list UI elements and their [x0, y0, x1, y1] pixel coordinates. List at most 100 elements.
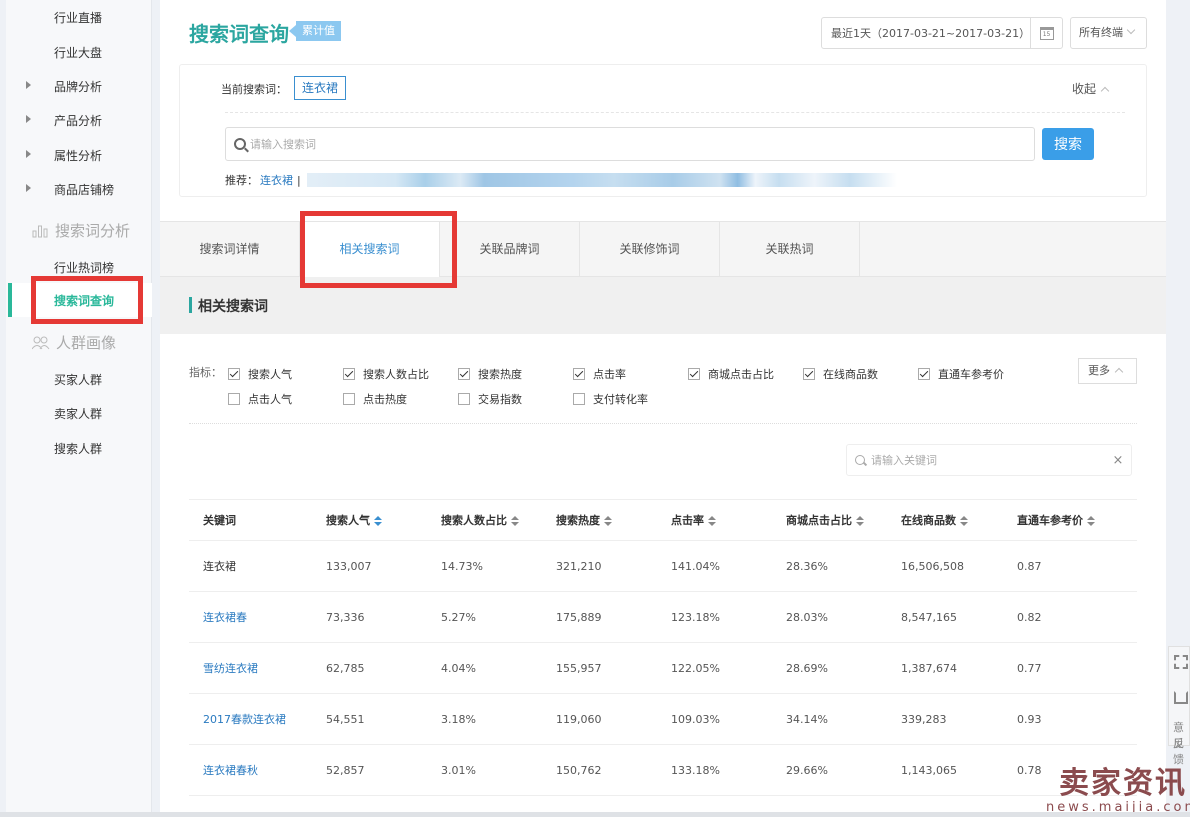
metric-checkbox[interactable]: 点击热度: [343, 391, 407, 407]
sidebar-item-seller-crowd[interactable]: 卖家人群: [54, 405, 102, 422]
column-header-mall-share[interactable]: 商城点击占比: [786, 499, 901, 541]
checkbox-empty-icon[interactable]: [228, 393, 240, 405]
checkbox-checked-icon[interactable]: [228, 368, 240, 380]
metric-checkbox[interactable]: 点击率: [573, 366, 626, 382]
sort-icon[interactable]: [511, 516, 519, 526]
metric-checkbox[interactable]: 搜索人气: [228, 366, 292, 382]
recommend-label: 推荐：: [225, 174, 258, 187]
metric-label: 交易指数: [478, 393, 522, 406]
keyword-link[interactable]: 2017春款连衣裙: [189, 693, 326, 745]
sidebar-item-hot-words[interactable]: 行业热词榜: [54, 259, 114, 276]
share-cell: 3.01%: [441, 744, 556, 796]
sort-icon[interactable]: [604, 516, 612, 526]
more-metrics-button[interactable]: 更多: [1078, 358, 1137, 384]
sidebar-group-label: 搜索词分析: [55, 222, 131, 240]
tab-related-brand[interactable]: 关联品牌词: [440, 222, 580, 277]
calendar-button[interactable]: 15: [1030, 18, 1062, 48]
metric-checkbox[interactable]: 点击人气: [228, 391, 292, 407]
tab-search-detail[interactable]: 搜索词详情: [160, 222, 300, 277]
users-icon: [32, 336, 50, 349]
collapse-button[interactable]: 收起: [1072, 80, 1110, 97]
feedback-label[interactable]: 反馈: [1173, 735, 1189, 767]
keyword-link[interactable]: 雪纺连衣裙: [189, 642, 326, 694]
metric-checkbox[interactable]: 商城点击占比: [688, 366, 774, 382]
share-cell: 14.73%: [441, 540, 556, 592]
share-cell: 5.27%: [441, 591, 556, 643]
sort-icon[interactable]: [1087, 516, 1095, 526]
search-icon: [855, 455, 865, 465]
column-header-online-items[interactable]: 在线商品数: [901, 499, 1017, 541]
heat-cell: 150,762: [556, 744, 671, 796]
metric-checkbox[interactable]: 支付转化率: [573, 391, 648, 407]
online-items-cell: 1,387,674: [901, 642, 1017, 694]
date-range-picker[interactable]: 最近1天（2017-03-21~2017-03-21） 15: [821, 17, 1063, 49]
sort-icon[interactable]: [374, 516, 382, 526]
checkbox-checked-icon[interactable]: [688, 368, 700, 380]
cumulative-tag: 累计值: [289, 21, 341, 41]
feedback-icon[interactable]: [1174, 691, 1188, 704]
keyword-filter[interactable]: ×: [846, 444, 1132, 476]
ctr-cell: 122.05%: [671, 642, 786, 694]
keyword-filter-input[interactable]: [871, 453, 1105, 467]
recommend-link[interactable]: 连衣裙: [260, 172, 293, 188]
heat-cell: 321,210: [556, 540, 671, 592]
checkbox-empty-icon[interactable]: [458, 393, 470, 405]
checkbox-checked-icon[interactable]: [458, 368, 470, 380]
sort-icon[interactable]: [708, 516, 716, 526]
search-button[interactable]: 搜索: [1042, 128, 1094, 160]
tab-related-modifier[interactable]: 关联修饰词: [580, 222, 720, 277]
sort-icon[interactable]: [960, 516, 968, 526]
terminal-select[interactable]: 所有终端: [1070, 17, 1147, 49]
sidebar-item-buyer-crowd[interactable]: 买家人群: [54, 371, 102, 388]
ctr-cell: 123.18%: [671, 591, 786, 643]
search-input[interactable]: [250, 137, 1034, 151]
metric-checkbox[interactable]: 搜索热度: [458, 366, 522, 382]
checkbox-checked-icon[interactable]: [573, 368, 585, 380]
keyword-link[interactable]: 连衣裙春秋: [189, 744, 326, 796]
column-header-popularity[interactable]: 搜索人气: [326, 499, 441, 541]
sidebar-item-brand-analysis[interactable]: 品牌分析: [54, 78, 102, 95]
ctr-cell: 141.04%: [671, 540, 786, 592]
sidebar-item-attribute-analysis[interactable]: 属性分析: [54, 147, 102, 164]
chevron-up-icon: [1114, 367, 1124, 377]
sidebar-group-label: 人群画像: [56, 334, 117, 352]
ctr-cell: 133.18%: [671, 744, 786, 796]
metric-checkbox[interactable]: 交易指数: [458, 391, 522, 407]
sidebar-item-store-ranking[interactable]: 商品店铺榜: [54, 181, 114, 198]
ref-price-cell: 0.87: [1017, 540, 1137, 592]
tab-related-hot[interactable]: 关联热词: [720, 222, 860, 277]
sidebar-item-industry-live[interactable]: 行业直播: [54, 9, 102, 26]
checkbox-checked-icon[interactable]: [803, 368, 815, 380]
column-header-heat[interactable]: 搜索热度: [556, 499, 671, 541]
mall-share-cell: 28.03%: [786, 591, 901, 643]
metric-checkbox[interactable]: 在线商品数: [803, 366, 878, 382]
share-cell: 4.04%: [441, 642, 556, 694]
checkbox-empty-icon[interactable]: [343, 393, 355, 405]
checkbox-empty-icon[interactable]: [573, 393, 585, 405]
clear-icon[interactable]: ×: [1105, 453, 1131, 468]
checkbox-checked-icon[interactable]: [343, 368, 355, 380]
metric-checkbox[interactable]: 直通车参考价: [918, 366, 1004, 382]
sidebar-item-search-crowd[interactable]: 搜索人群: [54, 440, 102, 457]
section-title: 相关搜索词: [198, 299, 268, 315]
metric-label: 点击人气: [248, 393, 292, 406]
popularity-cell: 133,007: [326, 540, 441, 592]
column-header-ref-price[interactable]: 直通车参考价: [1017, 499, 1137, 541]
horizontal-scrollbar[interactable]: [0, 812, 1190, 817]
metric-checkbox[interactable]: 搜索人数占比: [343, 366, 429, 382]
highlight-box-tab: [300, 211, 457, 288]
sidebar-item-industry-overview[interactable]: 行业大盘: [54, 44, 102, 61]
current-term-label: 当前搜索词：: [221, 83, 287, 96]
column-header-share[interactable]: 搜索人数占比: [441, 499, 556, 541]
metric-label: 点击热度: [363, 393, 407, 406]
search-icon: [234, 138, 246, 150]
column-header-ctr[interactable]: 点击率: [671, 499, 786, 541]
qr-code-icon[interactable]: [1174, 655, 1188, 669]
checkbox-checked-icon[interactable]: [918, 368, 930, 380]
sort-icon[interactable]: [856, 516, 864, 526]
keyword-link[interactable]: 连衣裙春: [189, 591, 326, 643]
sidebar-scrollbar[interactable]: [0, 0, 6, 812]
search-field[interactable]: [225, 127, 1035, 161]
sidebar-item-product-analysis[interactable]: 产品分析: [54, 112, 102, 129]
popularity-cell: 52,857: [326, 744, 441, 796]
